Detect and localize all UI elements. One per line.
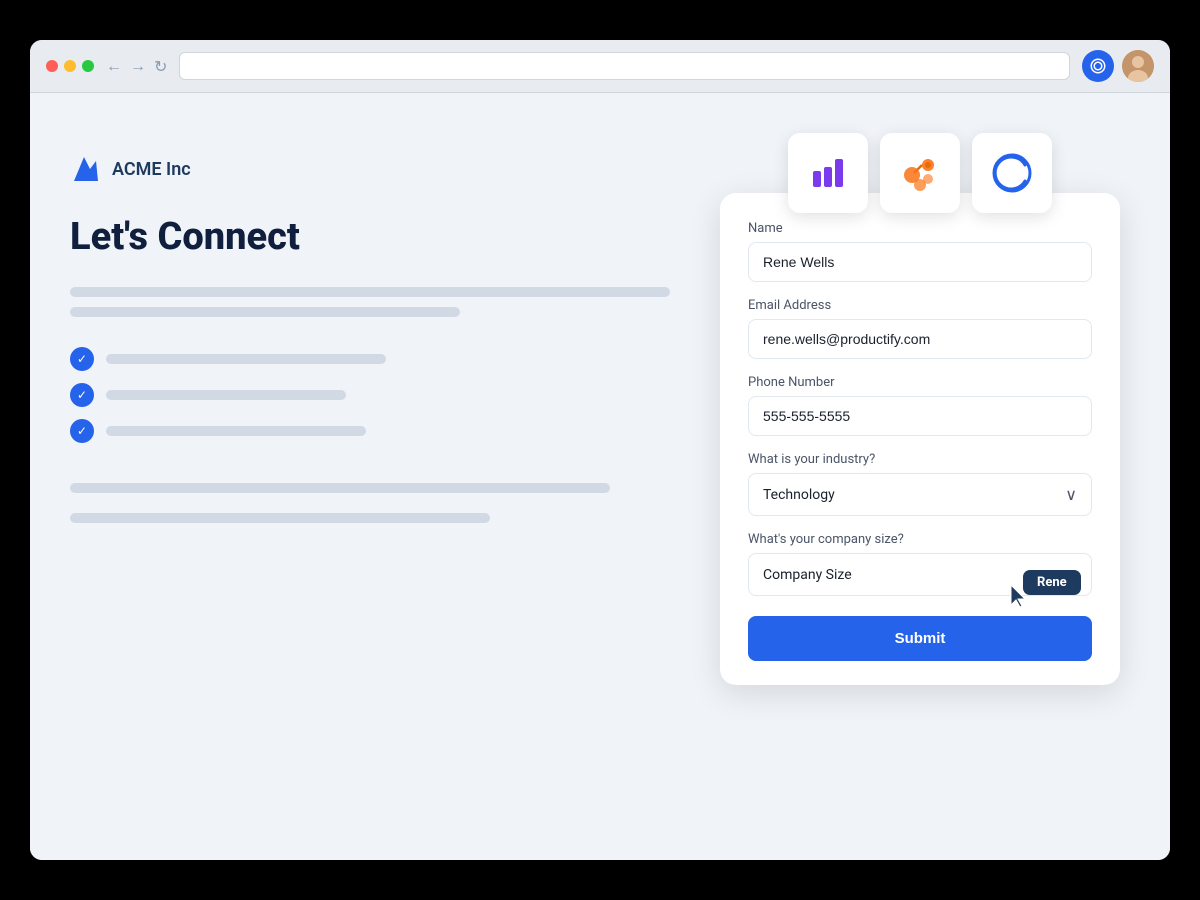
- phone-field: Phone Number: [748, 375, 1092, 436]
- check-item-2: ✓: [70, 383, 670, 407]
- industry-field: What is your industry? Technology ∨: [748, 452, 1092, 516]
- check-icon-3: ✓: [70, 419, 94, 443]
- bottom-skeleton-1: [70, 483, 610, 493]
- submit-button[interactable]: Submit: [748, 616, 1092, 661]
- page-title: Let's Connect: [70, 217, 670, 259]
- company-size-label: What's your company size?: [748, 532, 1092, 547]
- check-skeleton-2: [106, 390, 346, 400]
- phone-input[interactable]: [748, 396, 1092, 436]
- email-input[interactable]: [748, 319, 1092, 359]
- check-item-1: ✓: [70, 347, 670, 371]
- chilipiper-icon: [990, 151, 1034, 195]
- check-icon-2: ✓: [70, 383, 94, 407]
- industry-select[interactable]: Technology ∨: [748, 473, 1092, 516]
- logo-text: ACME Inc: [112, 159, 191, 180]
- industry-label: What is your industry?: [748, 452, 1092, 467]
- address-bar[interactable]: [179, 52, 1070, 80]
- industry-value: Technology: [763, 487, 835, 503]
- bottom-skeletons: [70, 483, 670, 533]
- user-avatar[interactable]: [1122, 50, 1154, 82]
- traffic-lights: [46, 60, 94, 72]
- browser-content: ACME Inc Let's Connect ✓ ✓ ✓: [30, 93, 1170, 860]
- nav-buttons: ← → ↻: [106, 56, 167, 76]
- company-size-value: Company Size: [763, 567, 852, 583]
- check-item-3: ✓: [70, 419, 670, 443]
- form-card: Name Email Address Phone Number What is …: [720, 193, 1120, 685]
- company-size-select[interactable]: Company Size ∧ Rene: [748, 553, 1092, 596]
- browser-actions: [1082, 50, 1154, 82]
- skeleton-line-2: [70, 307, 460, 317]
- right-area: Name Email Address Phone Number What is …: [710, 133, 1130, 820]
- check-icon-1: ✓: [70, 347, 94, 371]
- cursor-tooltip-area: Rene: [1009, 583, 1031, 613]
- name-field: Name: [748, 221, 1092, 282]
- integration-card-chilipiper: [972, 133, 1052, 213]
- integration-card-stripe: [788, 133, 868, 213]
- integrations-row: [788, 133, 1052, 213]
- email-label: Email Address: [748, 298, 1092, 313]
- left-panel: ACME Inc Let's Connect ✓ ✓ ✓: [70, 133, 670, 820]
- refresh-button[interactable]: ↻: [154, 57, 167, 76]
- browser-chrome: ← → ↻: [30, 40, 1170, 93]
- traffic-light-yellow[interactable]: [64, 60, 76, 72]
- check-items: ✓ ✓ ✓: [70, 347, 670, 443]
- skeleton-line-1: [70, 287, 670, 297]
- check-skeleton-3: [106, 426, 366, 436]
- hubspot-icon: [898, 151, 942, 195]
- email-field: Email Address: [748, 298, 1092, 359]
- check-skeleton-1: [106, 354, 386, 364]
- company-size-field: What's your company size? Company Size ∧…: [748, 532, 1092, 596]
- back-button[interactable]: ←: [106, 56, 122, 76]
- logo-icon: [70, 153, 102, 185]
- traffic-light-red[interactable]: [46, 60, 58, 72]
- industry-chevron-down-icon: ∨: [1065, 485, 1077, 504]
- traffic-light-green[interactable]: [82, 60, 94, 72]
- stripe-icon: [813, 159, 843, 187]
- name-input[interactable]: [748, 242, 1092, 282]
- app-icon[interactable]: [1082, 50, 1114, 82]
- logo-area: ACME Inc: [70, 153, 670, 185]
- browser-window: ← → ↻: [30, 40, 1170, 860]
- name-label: Name: [748, 221, 1092, 236]
- bottom-skeleton-2: [70, 513, 490, 523]
- phone-label: Phone Number: [748, 375, 1092, 390]
- integration-card-hubspot: [880, 133, 960, 213]
- tooltip-text: Rene: [1023, 570, 1081, 595]
- forward-button[interactable]: →: [130, 56, 146, 76]
